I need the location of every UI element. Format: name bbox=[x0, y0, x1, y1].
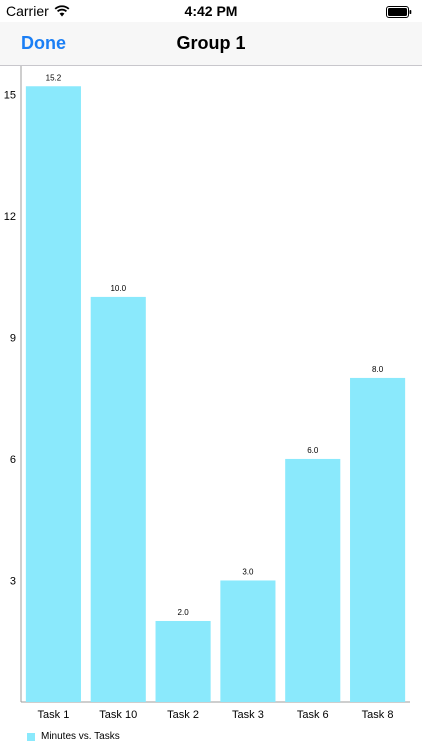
y-tick-label: 9 bbox=[10, 332, 16, 344]
status-bar: Carrier 4:42 PM bbox=[0, 0, 422, 22]
bar bbox=[220, 580, 276, 702]
bar-chart: 3 6 9 12 15 15.2 Task 1 10.0 Task 10 2.0 Task 2 3.0… bbox=[4, 66, 410, 721]
bar-value-label: 6.0 bbox=[307, 446, 319, 455]
bar-value-label: 2.0 bbox=[178, 608, 190, 617]
bar-value-label: 8.0 bbox=[372, 365, 384, 374]
legend-swatch bbox=[27, 732, 35, 741]
bar bbox=[155, 620, 211, 702]
y-tick-label: 15 bbox=[4, 89, 16, 101]
x-tick-label: Task 1 bbox=[38, 709, 70, 721]
bar-value-label: 3.0 bbox=[242, 567, 254, 576]
x-tick-label: Task 10 bbox=[99, 709, 137, 721]
bar-value-label: 15.2 bbox=[46, 73, 62, 82]
bar bbox=[90, 296, 146, 702]
x-tick-label: Task 8 bbox=[362, 709, 394, 721]
x-tick-label: Task 2 bbox=[167, 709, 199, 721]
chart-legend: Minutes vs. Tasks bbox=[27, 731, 120, 742]
x-tick-label: Task 6 bbox=[297, 709, 329, 721]
status-time: 4:42 PM bbox=[184, 3, 238, 19]
y-tick-label: 3 bbox=[10, 575, 16, 587]
y-tick-label: 6 bbox=[10, 454, 16, 466]
bar-value-label: 10.0 bbox=[110, 284, 126, 293]
bar bbox=[350, 377, 406, 702]
battery-icon bbox=[386, 5, 412, 23]
navigation-bar: Done Group 1 bbox=[0, 22, 422, 66]
page-title: Group 1 bbox=[176, 33, 246, 53]
bar bbox=[25, 86, 81, 703]
y-tick-label: 12 bbox=[4, 211, 16, 223]
legend-label: Minutes vs. Tasks bbox=[41, 731, 120, 742]
bar bbox=[285, 458, 341, 702]
x-tick-label: Task 3 bbox=[232, 709, 264, 721]
